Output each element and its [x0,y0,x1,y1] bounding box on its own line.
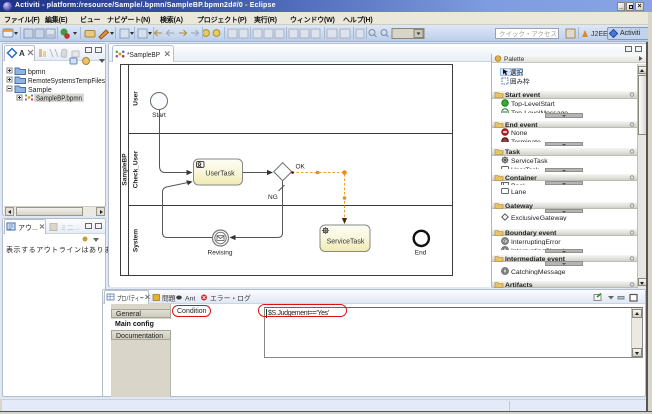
svg-text:Boundary event: Boundary event [505,230,557,237]
svg-text:ExclusiveGateway: ExclusiveGateway [511,214,567,221]
svg-text:A: A [19,49,25,58]
svg-text:ミニ...: ミニ... [60,225,80,232]
svg-text:Artifacts: Artifacts [505,282,533,289]
svg-text:Ant: Ant [185,296,195,303]
svg-text:ServiceTask: ServiceTask [327,239,365,246]
svg-text:Gateway: Gateway [505,203,533,210]
svg-text:NG: NG [268,194,278,201]
svg-text:Pool: Pool [511,183,525,185]
svg-text:Terminate: Terminate [511,139,541,142]
svg-text:UserTask: UserTask [205,171,235,178]
svg-text:Sample: Sample [28,87,52,94]
svg-text:bpmn: bpmn [28,69,46,76]
svg-text:End: End [415,250,427,257]
svg-text:エラー・ログ: エラー・ログ [210,294,251,303]
svg-text:問題: 問題 [162,295,176,303]
svg-text:InterruptingError: InterruptingError [511,238,561,245]
svg-text:SampleBP.bpmn: SampleBP.bpmn [36,96,82,103]
svg-text:SampleBP: SampleBP [122,153,129,186]
svg-text:Lane: Lane [511,188,526,195]
svg-text:Top-LevelStart: Top-LevelStart [511,100,555,107]
svg-text:J2EE: J2EE [591,31,608,38]
svg-text:User: User [133,91,140,106]
svg-text:*SampleBP: *SampleBP [127,50,160,59]
svg-text:選択: 選択 [510,68,524,76]
svg-text:OK: OK [296,164,306,171]
svg-text:RemoteSystemsTempFiles: RemoteSystemsTempFiles [28,78,105,85]
svg-text:Check_User: Check_User [133,150,140,188]
svg-text:Revising: Revising [208,250,233,257]
svg-text:System: System [133,229,140,252]
svg-text:None: None [511,130,527,137]
svg-text:Palette: Palette [504,56,525,63]
svg-text:CatchingMessage: CatchingMessage [511,268,566,275]
svg-text:プロパティー: プロパティー [117,295,144,303]
svg-text:クイック・アクセス: クイック・アクセス [499,30,557,38]
svg-text:ServiceTask: ServiceTask [511,157,548,164]
svg-text:アウ...: アウ... [18,224,38,232]
svg-text:UserTask: UserTask [511,166,540,168]
svg-text:囲み枠: 囲み枠 [510,77,530,85]
